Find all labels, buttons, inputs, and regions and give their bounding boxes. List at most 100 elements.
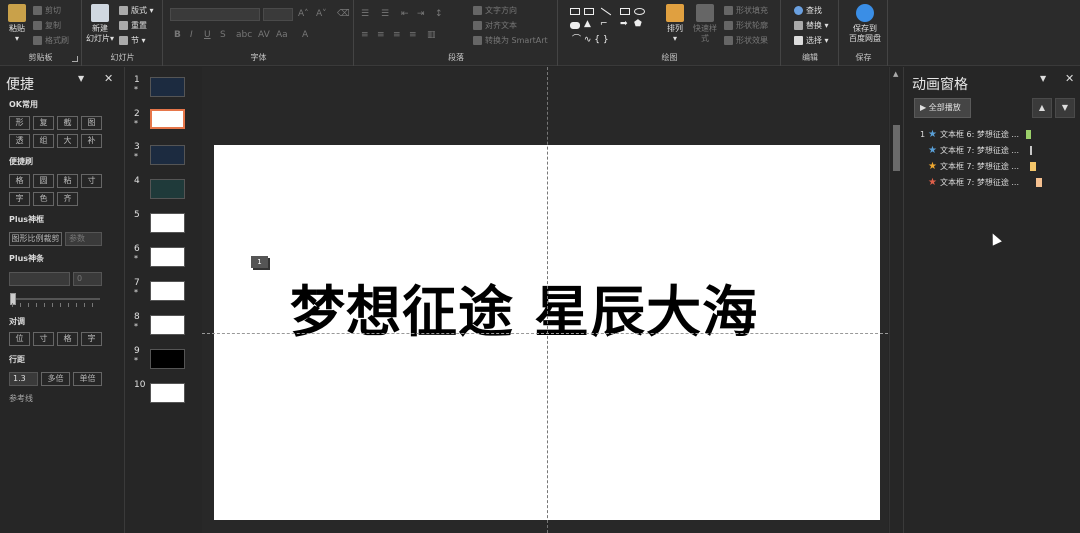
new-slide-button[interactable]: 新建 幻灯片▾ <box>85 4 115 44</box>
spacing-input[interactable]: 1.3 <box>9 372 38 386</box>
justify-icon[interactable]: ≡ <box>409 30 417 40</box>
quick-btn-4[interactable]: 寸 <box>81 174 102 188</box>
shape-outline-button[interactable]: 形状轮廓 <box>724 19 768 33</box>
shrink-font-icon[interactable]: A˅ <box>316 9 327 19</box>
bullets-icon[interactable]: ☰ <box>361 9 369 19</box>
slide-thumb-6[interactable] <box>150 247 185 267</box>
paste-button[interactable]: 粘贴 ▾ <box>2 4 32 44</box>
animation-timing-bar[interactable] <box>1030 146 1032 155</box>
columns-icon[interactable]: ▥ <box>427 30 436 40</box>
single-spacing-button[interactable]: 单倍 <box>73 372 102 386</box>
section-button[interactable]: 节 ▾ <box>119 34 146 48</box>
slide-thumb-10[interactable] <box>150 383 185 403</box>
quick-btn-2[interactable]: 圆 <box>33 174 54 188</box>
animation-timing-bar[interactable] <box>1030 162 1036 171</box>
align-btn-4[interactable]: 字 <box>81 332 102 346</box>
shape-effects-button[interactable]: 形状效果 <box>724 34 768 48</box>
font-name-input[interactable] <box>170 8 260 21</box>
scroll-up-icon[interactable]: ▲ <box>893 70 898 78</box>
bar-input-2[interactable]: 0 <box>73 272 102 286</box>
reset-button[interactable]: 重置 <box>119 19 147 33</box>
arrange-button[interactable]: 排列 ▾ <box>660 4 690 44</box>
animation-timing-bar[interactable] <box>1026 130 1031 139</box>
pane-close-icon[interactable]: ✕ <box>1065 72 1074 85</box>
section-guides[interactable]: 参考线 <box>9 393 33 404</box>
panel-menu-icon[interactable]: ▼ <box>78 74 84 83</box>
shape-fill-button[interactable]: 形状填充 <box>724 4 768 18</box>
shapes-gallery[interactable]: ▲ ⌐ ➡ ⬟ ⌒ ∿ { } <box>568 6 648 46</box>
align-text-button[interactable]: 对齐文本 <box>473 19 517 33</box>
ok-btn-8[interactable]: 补 <box>81 134 102 148</box>
char-spacing-icon[interactable]: AV <box>258 30 270 40</box>
find-button[interactable]: 查找 <box>794 4 822 18</box>
ok-btn-4[interactable]: 图 <box>81 116 102 130</box>
textbox-shape-icon[interactable] <box>570 8 580 15</box>
slide-thumb-9[interactable] <box>150 349 185 369</box>
align-btn-1[interactable]: 位 <box>9 332 30 346</box>
animation-item[interactable]: ★ 文本框 7: 梦想征途 ... <box>920 145 1032 157</box>
align-left-icon[interactable]: ≡ <box>361 30 369 40</box>
dialog-launcher-icon[interactable] <box>72 56 78 62</box>
pane-menu-icon[interactable]: ▼ <box>1040 74 1046 83</box>
replace-button[interactable]: 替换 ▾ <box>794 19 829 33</box>
quick-styles-button[interactable]: 快速样式 <box>690 4 720 44</box>
ok-btn-6[interactable]: 组 <box>33 134 54 148</box>
align-btn-3[interactable]: 格 <box>57 332 78 346</box>
animation-order-tag[interactable]: 1 <box>251 256 268 268</box>
align-center-icon[interactable]: ≡ <box>377 30 385 40</box>
crop-ratio-button[interactable]: 图形比例裁剪 <box>9 232 62 246</box>
save-to-baidu-button[interactable]: 保存到 百度网盘 <box>844 4 886 44</box>
line-shape-icon[interactable] <box>600 7 612 16</box>
animation-item[interactable]: 1 ★ 文本框 6: 梦想征途 ... <box>920 129 1031 141</box>
animation-item[interactable]: ★ 文本框 7: 梦想征途 ... <box>920 177 1042 189</box>
ok-btn-1[interactable]: 形 <box>9 116 30 130</box>
clear-format-icon[interactable]: ⌫ <box>337 9 350 19</box>
quick-btn-1[interactable]: 格 <box>9 174 30 188</box>
convert-smartart-button[interactable]: 转换为 SmartArt <box>473 34 548 48</box>
decrease-indent-icon[interactable]: ⇤ <box>401 9 409 19</box>
move-down-button[interactable]: ▼ <box>1055 98 1075 118</box>
rounded-rect-icon[interactable] <box>570 22 580 29</box>
quick-btn-3[interactable]: 粘 <box>57 174 78 188</box>
scroll-thumb[interactable] <box>893 125 900 171</box>
italic-icon[interactable]: I <box>190 30 193 40</box>
layout-button[interactable]: 版式 ▾ <box>119 4 154 18</box>
slide-headline[interactable]: 梦想征途 星辰大海 <box>290 267 758 347</box>
slide-thumb-5[interactable] <box>150 213 185 233</box>
ok-btn-7[interactable]: 大 <box>57 134 78 148</box>
quick-btn-5[interactable]: 字 <box>9 192 30 206</box>
slide-thumb-8[interactable] <box>150 315 185 335</box>
ok-btn-2[interactable]: 复 <box>33 116 54 130</box>
format-painter-button[interactable]: 格式刷 <box>33 34 69 48</box>
oval-shape-icon[interactable] <box>634 8 645 15</box>
multiple-spacing-button[interactable]: 多倍 <box>41 372 70 386</box>
copy-button[interactable]: 复制 <box>33 19 61 33</box>
quick-btn-7[interactable]: 齐 <box>57 192 78 206</box>
increase-indent-icon[interactable]: ⇥ <box>417 9 425 19</box>
connector-shape-icon[interactable]: ⌐ <box>600 19 608 29</box>
pentagon-shape-icon[interactable]: ⬟ <box>634 19 642 29</box>
change-case-icon[interactable]: Aa <box>276 30 288 40</box>
line-spacing-icon[interactable]: ↕ <box>435 9 443 19</box>
font-size-input[interactable] <box>263 8 293 21</box>
rect-shape-icon[interactable] <box>620 8 630 15</box>
play-all-button[interactable]: ▶ 全部播放 <box>914 98 971 118</box>
shadow-icon[interactable]: S <box>220 30 226 40</box>
vertical-guide[interactable] <box>547 67 548 533</box>
ok-btn-3[interactable]: 截 <box>57 116 78 130</box>
right-arrow-shape-icon[interactable]: ➡ <box>620 19 628 29</box>
cut-button[interactable]: 剪切 <box>33 4 61 18</box>
slide-thumb-2[interactable] <box>150 109 185 129</box>
underline-icon[interactable]: U <box>204 30 211 40</box>
vertical-textbox-icon[interactable] <box>584 8 594 15</box>
strikethrough-icon[interactable]: abc <box>236 30 252 40</box>
ok-btn-5[interactable]: 透 <box>9 134 30 148</box>
align-btn-2[interactable]: 寸 <box>33 332 54 346</box>
numbering-icon[interactable]: ☰ <box>381 9 389 19</box>
slide-thumb-4[interactable] <box>150 179 185 199</box>
slide-thumb-1[interactable] <box>150 77 185 97</box>
grow-font-icon[interactable]: A˄ <box>298 9 309 19</box>
bar-input-1[interactable] <box>9 272 70 286</box>
brace-shape-icon[interactable]: ⌒ ∿ { } <box>572 32 609 45</box>
slide-thumb-3[interactable] <box>150 145 185 165</box>
